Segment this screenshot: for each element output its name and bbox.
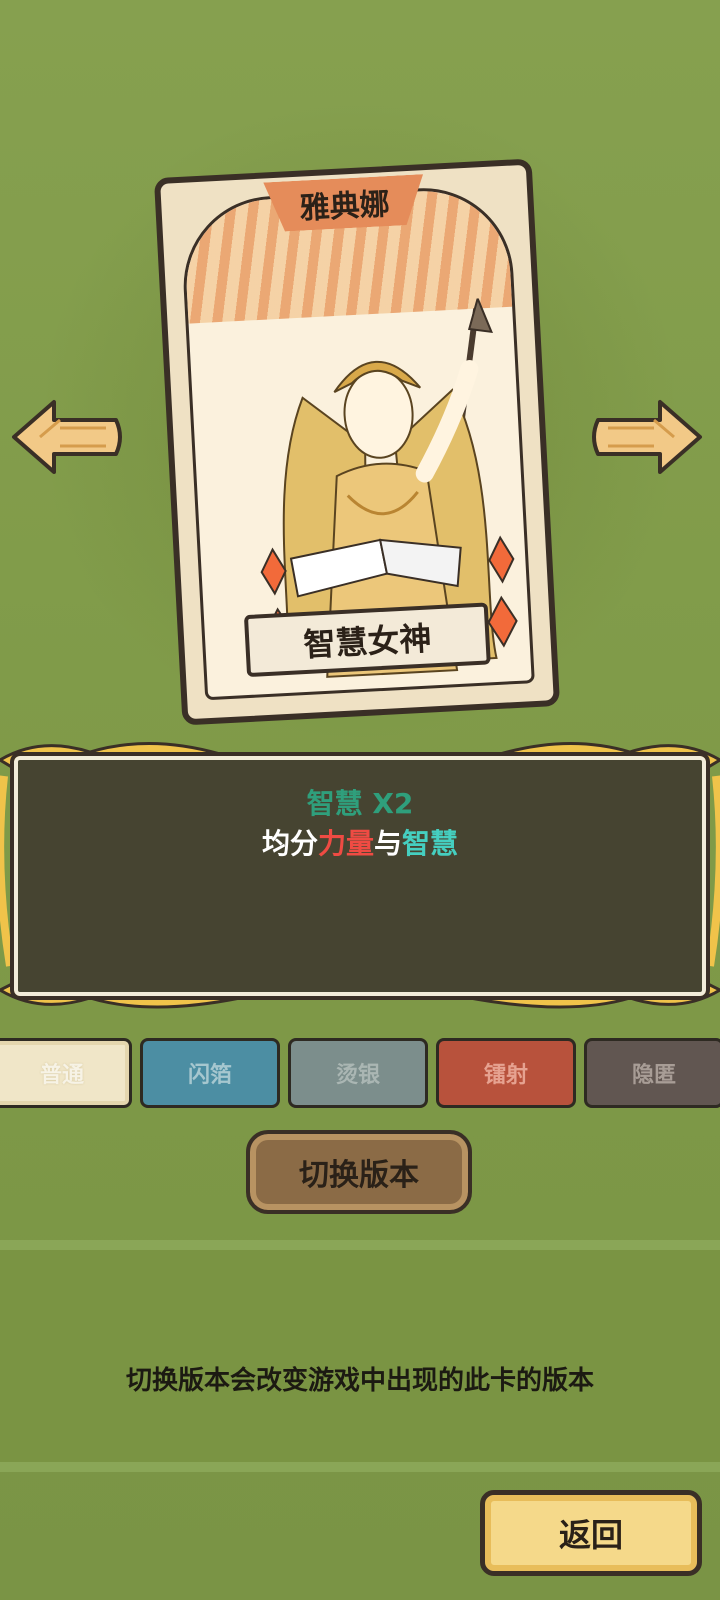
version-tab-label: 隐匿 — [631, 1063, 676, 1088]
version-tab-laser[interactable]: 镭射 — [436, 1038, 576, 1108]
switch-version-label: 切换版本 — [299, 1158, 419, 1193]
effect-line-wisdom-multiplier: 智慧 X2 — [306, 787, 414, 820]
card-name-banner: 雅典娜 — [263, 174, 425, 232]
version-tab-label: 闪箔 — [187, 1063, 232, 1088]
info-band: 切换版本会改变游戏中出现的此卡的版本 — [0, 1240, 720, 1472]
card-description-panel: 智慧 X2 均分力量与智慧 — [10, 752, 710, 1000]
version-tab-foil[interactable]: 闪箔 — [140, 1038, 280, 1108]
version-tab-label: 普通 — [39, 1063, 84, 1088]
version-tab-silver[interactable]: 烫银 — [288, 1038, 428, 1108]
card-art-area: 智慧女神 — [179, 183, 535, 701]
version-tab-label: 镭射 — [483, 1063, 528, 1088]
effect-text-wisdom: 智慧 — [402, 827, 459, 860]
effect-text-strength: 力量 — [317, 827, 374, 860]
switch-version-button[interactable]: 切换版本 — [246, 1130, 472, 1214]
effect-text-and: 与 — [374, 827, 403, 860]
card-frame: 智慧女神 雅典娜 — [153, 158, 561, 726]
return-button[interactable]: 返回 — [480, 1490, 702, 1576]
effect-line-split-stats: 均分力量与智慧 — [18, 822, 702, 862]
card-name: 雅典娜 — [298, 186, 391, 227]
effect-text-split: 均分 — [261, 827, 318, 860]
version-tab-normal[interactable]: 普通 — [0, 1038, 132, 1108]
next-card-arrow-icon[interactable] — [588, 398, 704, 476]
version-tab-label: 烫银 — [335, 1063, 380, 1088]
version-tab-hidden[interactable]: 隐匿 — [584, 1038, 720, 1108]
return-label: 返回 — [558, 1516, 623, 1554]
version-tabs: 普通 闪箔 烫银 镭射 隐匿 — [0, 1038, 720, 1112]
card-title-scroll: 智慧女神 — [243, 602, 491, 678]
hero-card: 智慧女神 雅典娜 — [153, 158, 561, 726]
previous-card-arrow-icon[interactable] — [10, 398, 126, 476]
switch-version-hint: 切换版本会改变游戏中出现的此卡的版本 — [125, 1366, 594, 1396]
card-title: 智慧女神 — [302, 619, 433, 665]
